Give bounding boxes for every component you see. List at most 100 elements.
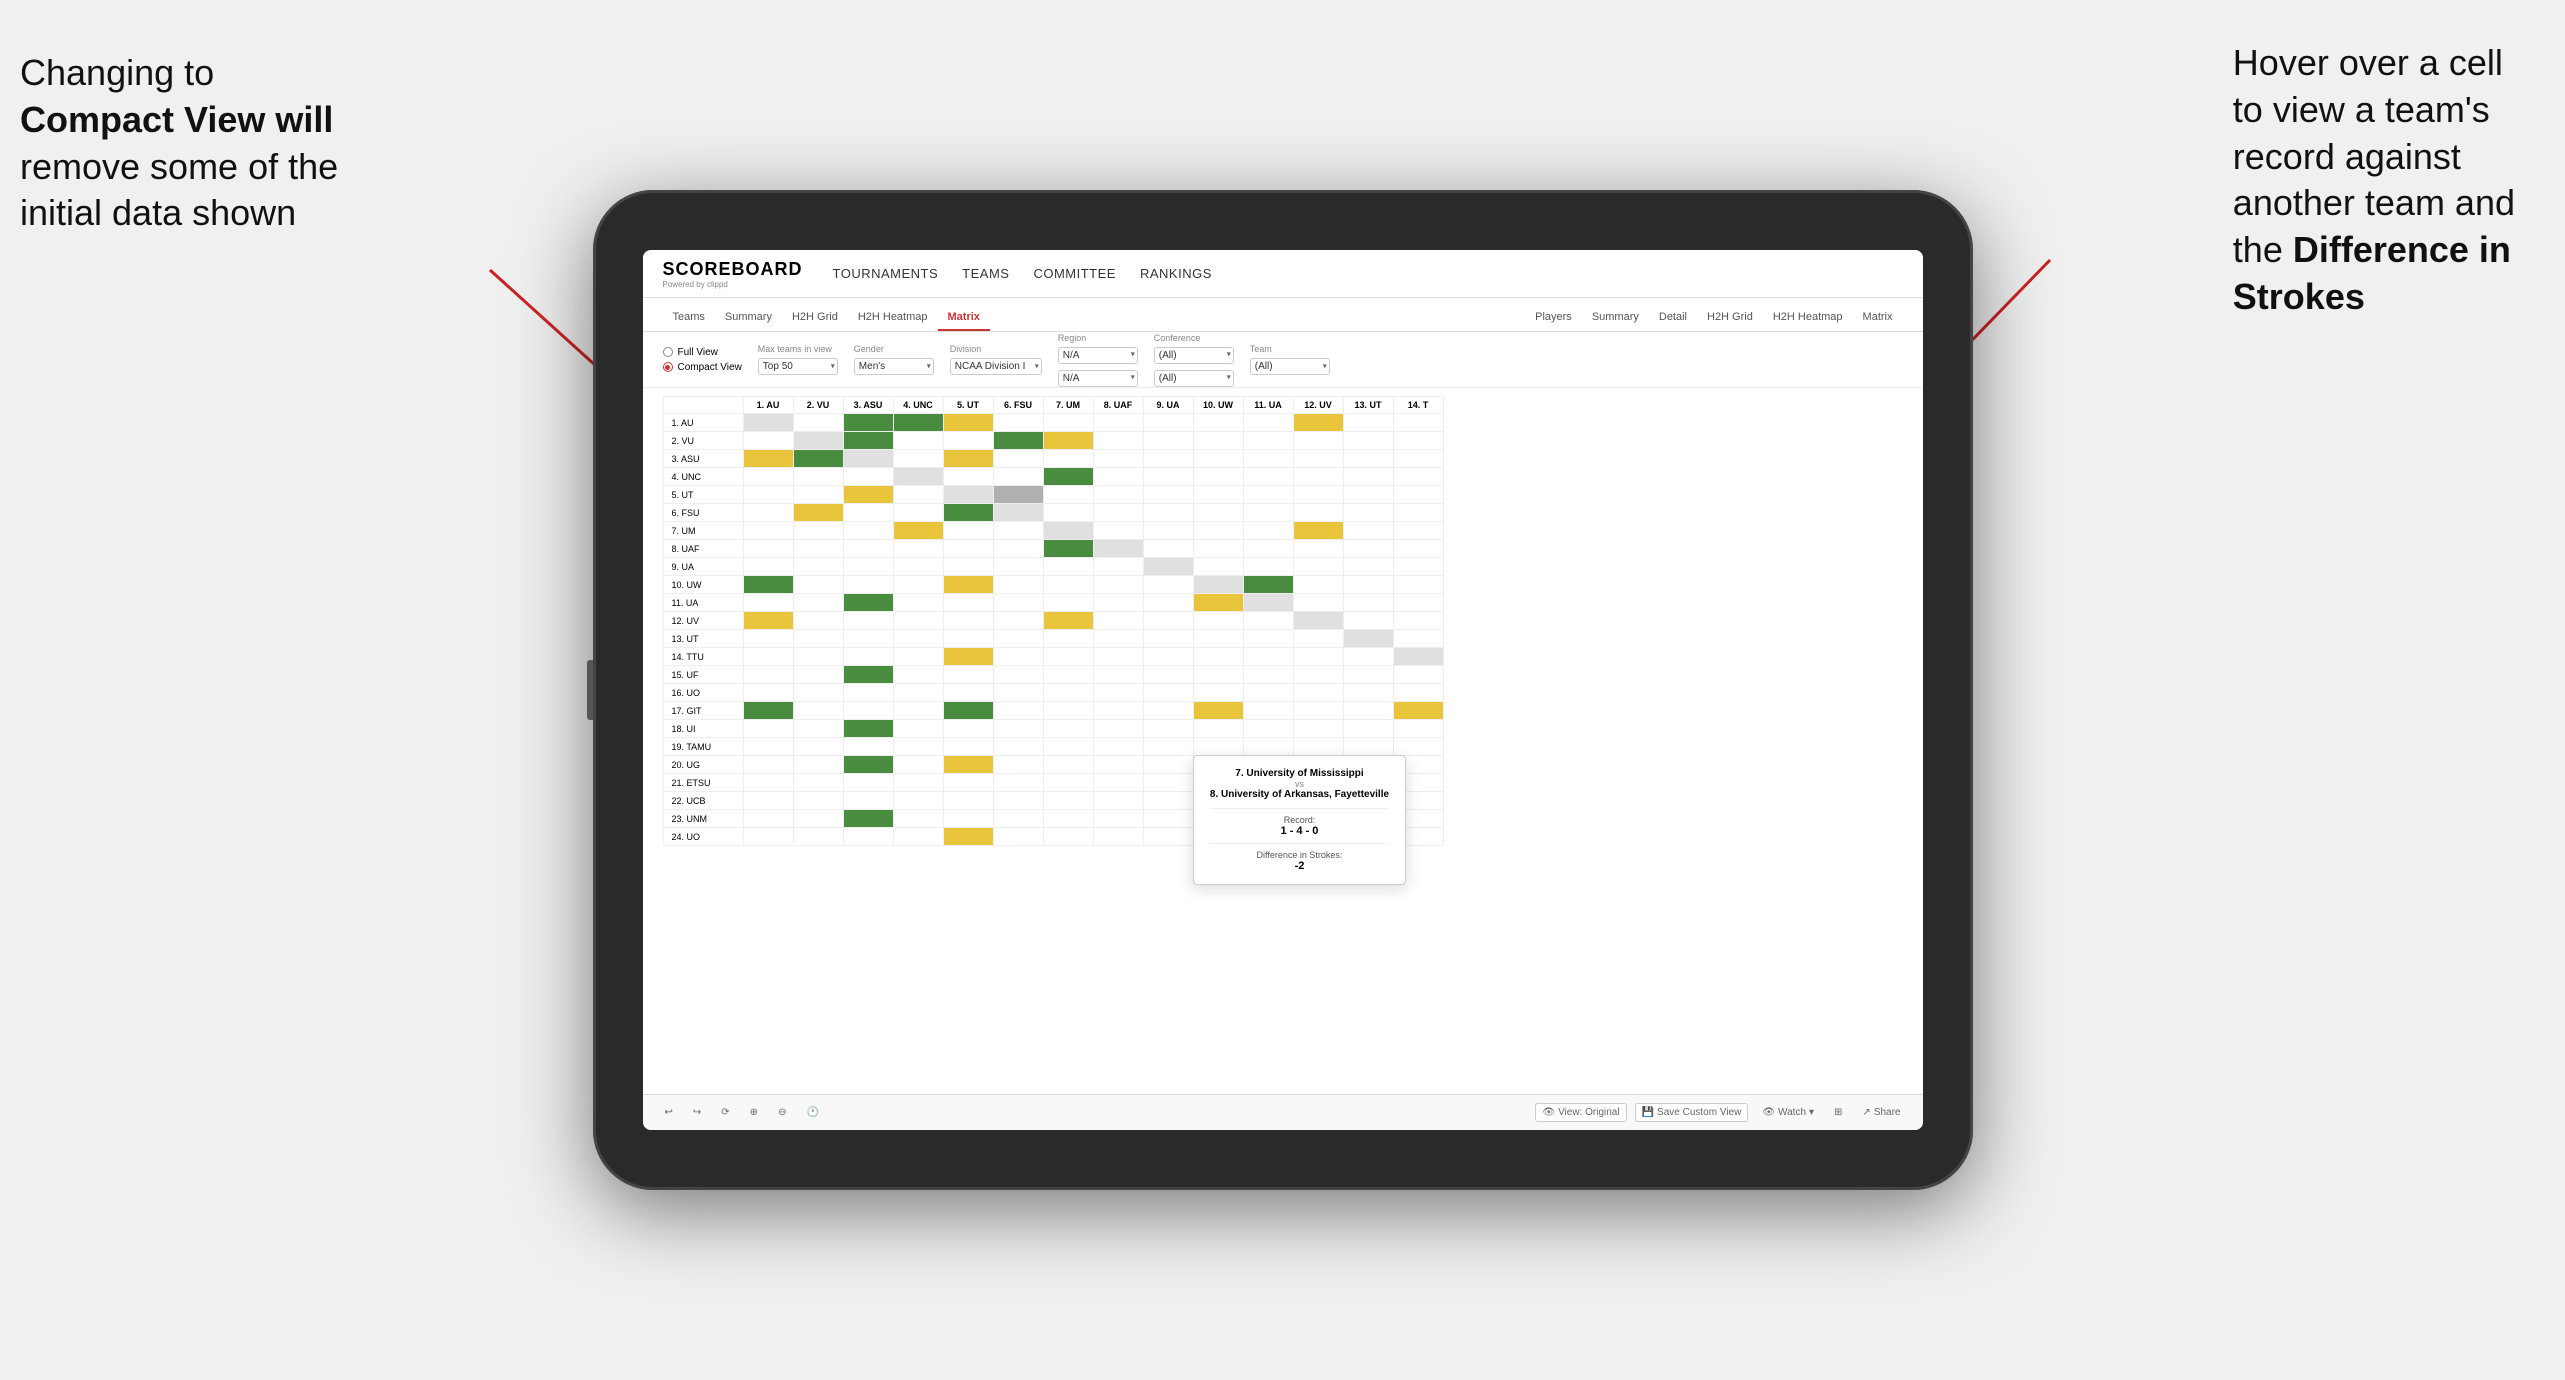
matrix-cell[interactable] [843, 558, 893, 576]
matrix-cell[interactable] [1043, 810, 1093, 828]
tab-h2h-grid[interactable]: H2H Grid [782, 305, 848, 331]
matrix-cell[interactable] [1343, 594, 1393, 612]
matrix-cell[interactable] [1093, 432, 1143, 450]
matrix-cell[interactable] [893, 540, 943, 558]
matrix-cell[interactable] [1043, 756, 1093, 774]
tab-h2h-heatmap[interactable]: H2H Heatmap [848, 305, 938, 331]
matrix-cell[interactable] [1393, 504, 1443, 522]
matrix-cell[interactable] [1243, 558, 1293, 576]
matrix-cell[interactable] [893, 684, 943, 702]
matrix-cell[interactable] [1093, 810, 1143, 828]
matrix-cell[interactable] [793, 504, 843, 522]
matrix-cell[interactable] [1043, 522, 1093, 540]
matrix-cell[interactable] [843, 540, 893, 558]
matrix-cell[interactable] [1143, 432, 1193, 450]
matrix-cell[interactable] [1093, 486, 1143, 504]
tab-h2h-heatmap-right[interactable]: H2H Heatmap [1763, 305, 1853, 331]
matrix-cell[interactable] [993, 612, 1043, 630]
matrix-cell[interactable] [1293, 684, 1343, 702]
matrix-cell[interactable] [993, 522, 1043, 540]
matrix-cell[interactable] [843, 450, 893, 468]
matrix-cell[interactable] [1243, 684, 1293, 702]
matrix-cell[interactable] [943, 702, 993, 720]
matrix-cell[interactable] [1343, 720, 1393, 738]
matrix-cell[interactable] [943, 756, 993, 774]
matrix-cell[interactable] [1143, 810, 1193, 828]
matrix-cell[interactable] [1043, 576, 1093, 594]
matrix-cell[interactable] [1243, 666, 1293, 684]
matrix-cell[interactable] [1343, 576, 1393, 594]
matrix-cell[interactable] [1243, 486, 1293, 504]
refresh-button[interactable]: ⟳ [715, 1104, 735, 1121]
matrix-cell[interactable] [893, 738, 943, 756]
matrix-cell[interactable] [943, 666, 993, 684]
matrix-cell[interactable] [1043, 594, 1093, 612]
matrix-cell[interactable] [793, 702, 843, 720]
region-select[interactable]: N/A [1058, 347, 1138, 364]
matrix-cell[interactable] [1093, 648, 1143, 666]
matrix-cell[interactable] [993, 774, 1043, 792]
matrix-cell[interactable] [1393, 486, 1443, 504]
matrix-cell[interactable] [743, 738, 793, 756]
matrix-cell[interactable] [1043, 630, 1093, 648]
matrix-cell[interactable] [1043, 468, 1093, 486]
matrix-cell[interactable] [893, 504, 943, 522]
matrix-cell[interactable] [1043, 450, 1093, 468]
matrix-cell[interactable] [1343, 468, 1393, 486]
matrix-cell[interactable] [1293, 486, 1343, 504]
matrix-cell[interactable] [1193, 576, 1243, 594]
matrix-cell[interactable] [1043, 648, 1093, 666]
matrix-cell[interactable] [993, 468, 1043, 486]
matrix-cell[interactable] [1193, 684, 1243, 702]
matrix-cell[interactable] [893, 558, 943, 576]
view-original-button[interactable]: 👁 View: Original [1535, 1103, 1626, 1122]
matrix-cell[interactable] [993, 720, 1043, 738]
matrix-cell[interactable] [1143, 792, 1193, 810]
matrix-cell[interactable] [1343, 558, 1393, 576]
matrix-cell[interactable] [793, 414, 843, 432]
matrix-cell[interactable] [943, 540, 993, 558]
matrix-cell[interactable] [843, 648, 893, 666]
matrix-cell[interactable] [1143, 414, 1193, 432]
matrix-cell[interactable] [993, 738, 1043, 756]
matrix-cell[interactable] [893, 612, 943, 630]
matrix-cell[interactable] [1043, 828, 1093, 846]
matrix-cell[interactable] [1093, 666, 1143, 684]
tab-h2h-grid-right[interactable]: H2H Grid [1697, 305, 1763, 331]
matrix-cell[interactable] [1293, 540, 1343, 558]
matrix-cell[interactable] [1193, 720, 1243, 738]
matrix-cell[interactable] [893, 576, 943, 594]
matrix-cell[interactable] [1143, 756, 1193, 774]
matrix-cell[interactable] [743, 468, 793, 486]
matrix-cell[interactable] [843, 792, 893, 810]
matrix-cell[interactable] [1143, 702, 1193, 720]
matrix-cell[interactable] [893, 774, 943, 792]
matrix-cell[interactable] [1043, 540, 1093, 558]
matrix-cell[interactable] [993, 810, 1043, 828]
matrix-cell[interactable] [743, 774, 793, 792]
matrix-cell[interactable] [893, 666, 943, 684]
matrix-cell[interactable] [893, 468, 943, 486]
matrix-cell[interactable] [993, 594, 1043, 612]
matrix-cell[interactable] [1193, 630, 1243, 648]
matrix-cell[interactable] [1043, 666, 1093, 684]
matrix-cell[interactable] [943, 648, 993, 666]
matrix-cell[interactable] [1343, 522, 1393, 540]
nav-rankings[interactable]: RANKINGS [1140, 262, 1212, 285]
matrix-cell[interactable] [793, 522, 843, 540]
matrix-cell[interactable] [993, 702, 1043, 720]
matrix-cell[interactable] [1393, 522, 1443, 540]
matrix-cell[interactable] [1193, 738, 1243, 756]
matrix-cell[interactable] [943, 630, 993, 648]
matrix-cell[interactable] [943, 558, 993, 576]
matrix-cell[interactable] [1293, 468, 1343, 486]
matrix-cell[interactable] [943, 792, 993, 810]
matrix-cell[interactable] [993, 540, 1043, 558]
matrix-cell[interactable] [993, 450, 1043, 468]
matrix-cell[interactable] [793, 540, 843, 558]
matrix-cell[interactable] [1243, 576, 1293, 594]
matrix-cell[interactable] [1343, 702, 1393, 720]
matrix-cell[interactable] [1393, 414, 1443, 432]
matrix-cell[interactable] [1093, 414, 1143, 432]
matrix-cell[interactable] [893, 792, 943, 810]
